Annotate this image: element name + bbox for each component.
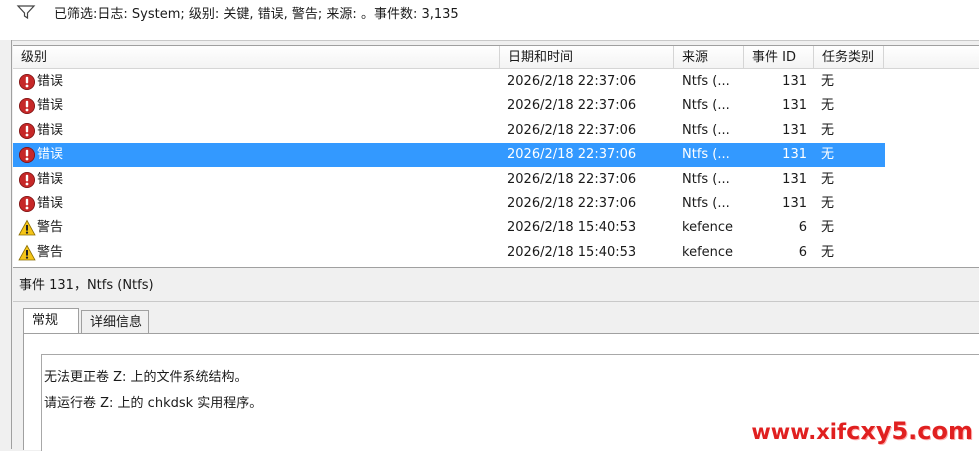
event-row[interactable]: 错误 2026/2/18 22:37:06 Ntfs (... 131 无 <box>13 143 885 168</box>
tab-general[interactable]: 常规 <box>23 308 79 334</box>
event-message-line-2: 请运行卷 Z: 上的 chkdsk 实用程序。 <box>44 396 263 411</box>
event-task-category: 无 <box>821 122 835 138</box>
column-header-event-id[interactable]: 事件 ID <box>744 46 814 69</box>
watermark-text-a: www.xif <box>751 420 847 444</box>
event-datetime: 2026/2/18 15:40:53 <box>507 244 637 260</box>
column-header-source[interactable]: 来源 <box>674 46 744 69</box>
event-row[interactable]: 错误 2026/2/18 22:37:06 Ntfs (... 131 无 <box>13 192 885 216</box>
event-row[interactable]: 错误 2026/2/18 22:37:06 Ntfs (... 131 无 <box>13 94 885 118</box>
event-task-category: 无 <box>821 196 835 211</box>
event-id: 131 <box>782 122 807 138</box>
event-datetime: 2026/2/18 22:37:06 <box>507 98 637 114</box>
event-detail-title: 事件 131，Ntfs (Ntfs) <box>13 270 979 302</box>
event-id: 131 <box>782 147 807 163</box>
event-id: 131 <box>782 196 807 211</box>
error-icon <box>18 195 36 213</box>
event-message-line-1: 无法更正卷 Z: 上的文件系统结构。 <box>44 370 248 385</box>
event-level: 错误 <box>37 98 64 114</box>
event-task-category: 无 <box>821 244 835 260</box>
event-id: 131 <box>782 98 807 114</box>
left-frame <box>0 40 12 449</box>
tab-details[interactable]: 详细信息 <box>81 310 149 334</box>
event-source: Ntfs (... <box>682 171 730 187</box>
error-icon <box>18 171 36 189</box>
event-row[interactable]: 错误 2026/2/18 22:37:06 Ntfs (... 131 无 <box>13 119 885 143</box>
filter-icon[interactable] <box>16 4 36 20</box>
event-id: 6 <box>798 220 807 236</box>
event-level: 警告 <box>37 244 64 260</box>
event-datetime: 2026/2/18 15:40:53 <box>507 220 637 236</box>
event-list[interactable]: 级别 日期和时间 来源 事件 ID 任务类别 错误 2026/2/18 22:37… <box>13 45 979 268</box>
event-source: Ntfs (... <box>682 122 730 138</box>
filter-bar: 已筛选:日志: System; 级别: 关键, 错误, 警告; 来源: 。事件数… <box>0 0 979 41</box>
error-icon <box>18 146 36 164</box>
error-icon <box>18 122 36 140</box>
event-source: Ntfs (... <box>682 98 730 114</box>
event-task-category: 无 <box>821 171 835 187</box>
event-task-category: 无 <box>821 98 835 114</box>
warning-icon <box>18 244 36 262</box>
event-id: 131 <box>782 74 807 89</box>
column-header-task-category[interactable]: 任务类别 <box>814 46 884 69</box>
event-row[interactable]: 警告 2026/2/18 15:40:53 kefence 6 无 <box>13 216 885 240</box>
watermark-text-b: cxy5.com <box>846 417 973 445</box>
event-id: 131 <box>782 171 807 187</box>
event-row[interactable]: 错误 2026/2/18 22:37:06 Ntfs (... 131 无 <box>13 70 885 94</box>
error-icon <box>18 97 36 115</box>
event-source: Ntfs (... <box>682 74 730 89</box>
event-level: 错误 <box>37 122 64 138</box>
event-level: 警告 <box>37 220 64 236</box>
event-source: kefence <box>682 220 734 236</box>
event-datetime: 2026/2/18 22:37:06 <box>507 171 637 187</box>
column-header-level[interactable]: 级别 <box>13 46 500 69</box>
event-datetime: 2026/2/18 22:37:06 <box>507 147 637 163</box>
event-level: 错误 <box>37 74 64 89</box>
event-level: 错误 <box>37 196 64 211</box>
event-row[interactable]: 警告 2026/2/18 15:40:53 kefence 6 无 <box>13 241 885 265</box>
event-source: kefence <box>682 244 734 260</box>
event-task-category: 无 <box>821 74 835 89</box>
filter-summary: 已筛选:日志: System; 级别: 关键, 错误, 警告; 来源: 。事件数… <box>54 7 459 22</box>
event-row[interactable]: 错误 2026/2/18 22:37:06 Ntfs (... 131 无 <box>13 168 885 192</box>
event-source: Ntfs (... <box>682 147 730 163</box>
event-list-header: 级别 日期和时间 来源 事件 ID 任务类别 <box>13 46 979 70</box>
watermark: www.xifcxy5.com <box>751 417 973 445</box>
event-level: 错误 <box>37 171 64 187</box>
event-id: 6 <box>798 244 807 260</box>
error-icon <box>18 73 36 91</box>
warning-icon <box>18 219 36 237</box>
column-header-filler <box>884 46 979 69</box>
event-datetime: 2026/2/18 22:37:06 <box>507 74 637 89</box>
event-task-category: 无 <box>821 220 835 236</box>
event-datetime: 2026/2/18 22:37:06 <box>507 122 637 138</box>
event-level: 错误 <box>37 147 64 163</box>
event-source: Ntfs (... <box>682 196 730 211</box>
event-datetime: 2026/2/18 22:37:06 <box>507 196 637 211</box>
column-header-datetime[interactable]: 日期和时间 <box>500 46 674 69</box>
event-task-category: 无 <box>821 147 835 163</box>
